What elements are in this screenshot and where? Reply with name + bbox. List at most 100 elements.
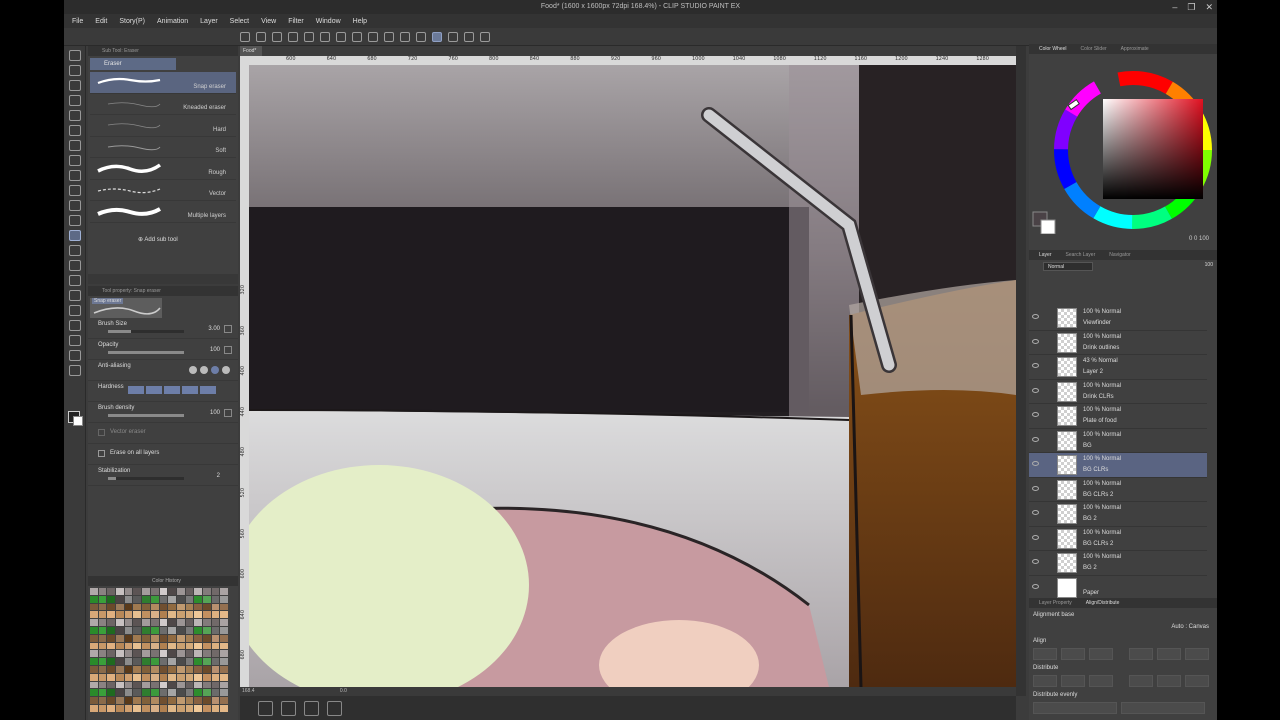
color-history-swatch[interactable]: [150, 650, 159, 658]
color-history-swatch[interactable]: [107, 681, 116, 689]
color-history-swatch[interactable]: [98, 650, 107, 658]
color-history-swatch[interactable]: [150, 619, 159, 626]
eye-icon[interactable]: [1032, 314, 1039, 319]
color-history-swatch[interactable]: [90, 673, 98, 681]
color-history-swatch[interactable]: [98, 611, 107, 619]
color-history-swatch[interactable]: [185, 603, 194, 611]
color-history-swatch[interactable]: [211, 642, 220, 650]
color-history-swatch[interactable]: [150, 626, 159, 634]
menu-view[interactable]: View: [261, 18, 276, 25]
angle-value[interactable]: 0.0: [340, 688, 347, 694]
tab-color-slider[interactable]: Color Slider: [1081, 44, 1107, 54]
color-history-swatch[interactable]: [107, 588, 116, 595]
color-history-swatch[interactable]: [124, 681, 133, 689]
color-history-swatch[interactable]: [211, 673, 220, 681]
color-history-swatch[interactable]: [116, 658, 124, 665]
decoration-tool-icon[interactable]: [68, 215, 81, 226]
color-history-swatch[interactable]: [176, 634, 185, 642]
color-history-swatch[interactable]: [220, 619, 228, 626]
color-history-swatch[interactable]: [124, 611, 133, 619]
color-history-swatch[interactable]: [211, 588, 220, 595]
eye-icon[interactable]: [1032, 461, 1039, 466]
color-history-swatch[interactable]: [98, 697, 107, 704]
color-history-swatch[interactable]: [124, 588, 133, 595]
layer-row[interactable]: 43 % Normal Layer 2: [1029, 355, 1207, 380]
color-history-swatch[interactable]: [220, 588, 228, 595]
eye-icon[interactable]: [1032, 559, 1039, 564]
color-history-swatch[interactable]: [98, 595, 107, 603]
sub-tool-group-eraser[interactable]: Eraser: [90, 58, 176, 70]
color-history-swatch[interactable]: [150, 611, 159, 619]
aa-none-icon[interactable]: [189, 366, 197, 374]
aa-weak-icon[interactable]: [200, 366, 208, 374]
aa-medium-icon[interactable]: [211, 366, 219, 374]
brush-size-row[interactable]: Brush Size 3.00: [88, 318, 238, 339]
color-history-swatch[interactable]: [124, 665, 133, 673]
color-history-swatch[interactable]: [124, 673, 133, 681]
layer-row[interactable]: 100 % Normal Plate of food: [1029, 404, 1207, 429]
figure-tool-icon[interactable]: [68, 290, 81, 301]
menu-window[interactable]: Window: [316, 18, 341, 25]
snap-perspective-icon[interactable]: [464, 31, 474, 42]
color-history-swatch[interactable]: [107, 704, 116, 712]
open-icon[interactable]: [256, 31, 266, 42]
align-left-icon[interactable]: [1033, 648, 1057, 660]
layer-row[interactable]: Paper: [1029, 576, 1207, 600]
color-history-swatch[interactable]: [107, 595, 116, 603]
eye-icon[interactable]: [1032, 510, 1039, 515]
color-history-swatch[interactable]: [176, 588, 185, 595]
settings-icon[interactable]: [336, 31, 346, 42]
color-history-swatch[interactable]: [107, 603, 116, 611]
color-history-swatch[interactable]: [133, 650, 142, 658]
color-history-swatch[interactable]: [133, 588, 142, 595]
eye-icon[interactable]: [1032, 338, 1039, 344]
color-history-swatch[interactable]: [168, 673, 176, 681]
eye-icon[interactable]: [1032, 583, 1039, 589]
color-history-swatch[interactable]: [116, 634, 124, 642]
opacity-dropdown-icon[interactable]: [224, 346, 232, 354]
color-history-swatch[interactable]: [194, 650, 202, 658]
color-history-swatch[interactable]: [185, 658, 194, 665]
color-history-swatch[interactable]: [220, 704, 228, 712]
color-history-swatch[interactable]: [194, 704, 202, 712]
color-history-swatch[interactable]: [133, 704, 142, 712]
color-history-swatch[interactable]: [202, 658, 211, 665]
text-tool-icon[interactable]: [68, 335, 81, 346]
color-history-swatch[interactable]: [168, 681, 176, 689]
opacity-slider[interactable]: [108, 351, 184, 354]
color-history-swatch[interactable]: [202, 642, 211, 650]
opacity-row[interactable]: Opacity 100: [88, 339, 238, 360]
align-middle-icon[interactable]: [1157, 648, 1181, 660]
layer-row[interactable]: 100 % Normal BG 2: [1029, 551, 1207, 576]
canvas-artwork[interactable]: [249, 65, 1016, 687]
sub-color-swatch[interactable]: [73, 416, 83, 426]
eye-icon[interactable]: [1032, 387, 1039, 393]
color-history-swatch[interactable]: [185, 588, 194, 595]
color-history-swatch[interactable]: [150, 689, 159, 697]
color-history-swatch[interactable]: [124, 658, 133, 665]
color-history-swatch[interactable]: [107, 658, 116, 665]
color-history-swatch[interactable]: [107, 673, 116, 681]
color-history-swatch[interactable]: [124, 603, 133, 611]
color-history-swatch[interactable]: [176, 619, 185, 626]
menu-filter[interactable]: Filter: [288, 18, 304, 25]
layer-row[interactable]: 100 % Normal Viewfinder: [1029, 306, 1207, 331]
color-history-swatch[interactable]: [142, 658, 150, 665]
color-history-swatch[interactable]: [194, 626, 202, 634]
auto-canvas-label[interactable]: Auto : Canvas: [1171, 624, 1209, 630]
color-history-swatch[interactable]: [185, 689, 194, 697]
color-history-swatch[interactable]: [116, 611, 124, 619]
color-history-swatch[interactable]: [194, 665, 202, 673]
color-history-swatch[interactable]: [116, 595, 124, 603]
color-history-swatch[interactable]: [90, 619, 98, 626]
pen-tool-icon[interactable]: [68, 155, 81, 166]
color-history-swatch[interactable]: [142, 619, 150, 626]
layer-row[interactable]: 100 % Normal BG 2: [1029, 502, 1207, 527]
blend-tool-icon[interactable]: [68, 245, 81, 256]
anti-aliasing-row[interactable]: Anti-aliasing: [88, 360, 238, 381]
layer-row[interactable]: 100 % Normal BG CLRs 2: [1029, 478, 1207, 502]
hardness-steps[interactable]: [128, 386, 216, 394]
color-history-swatch[interactable]: [211, 626, 220, 634]
color-history-swatch[interactable]: [142, 634, 150, 642]
redo-icon[interactable]: [320, 31, 330, 42]
